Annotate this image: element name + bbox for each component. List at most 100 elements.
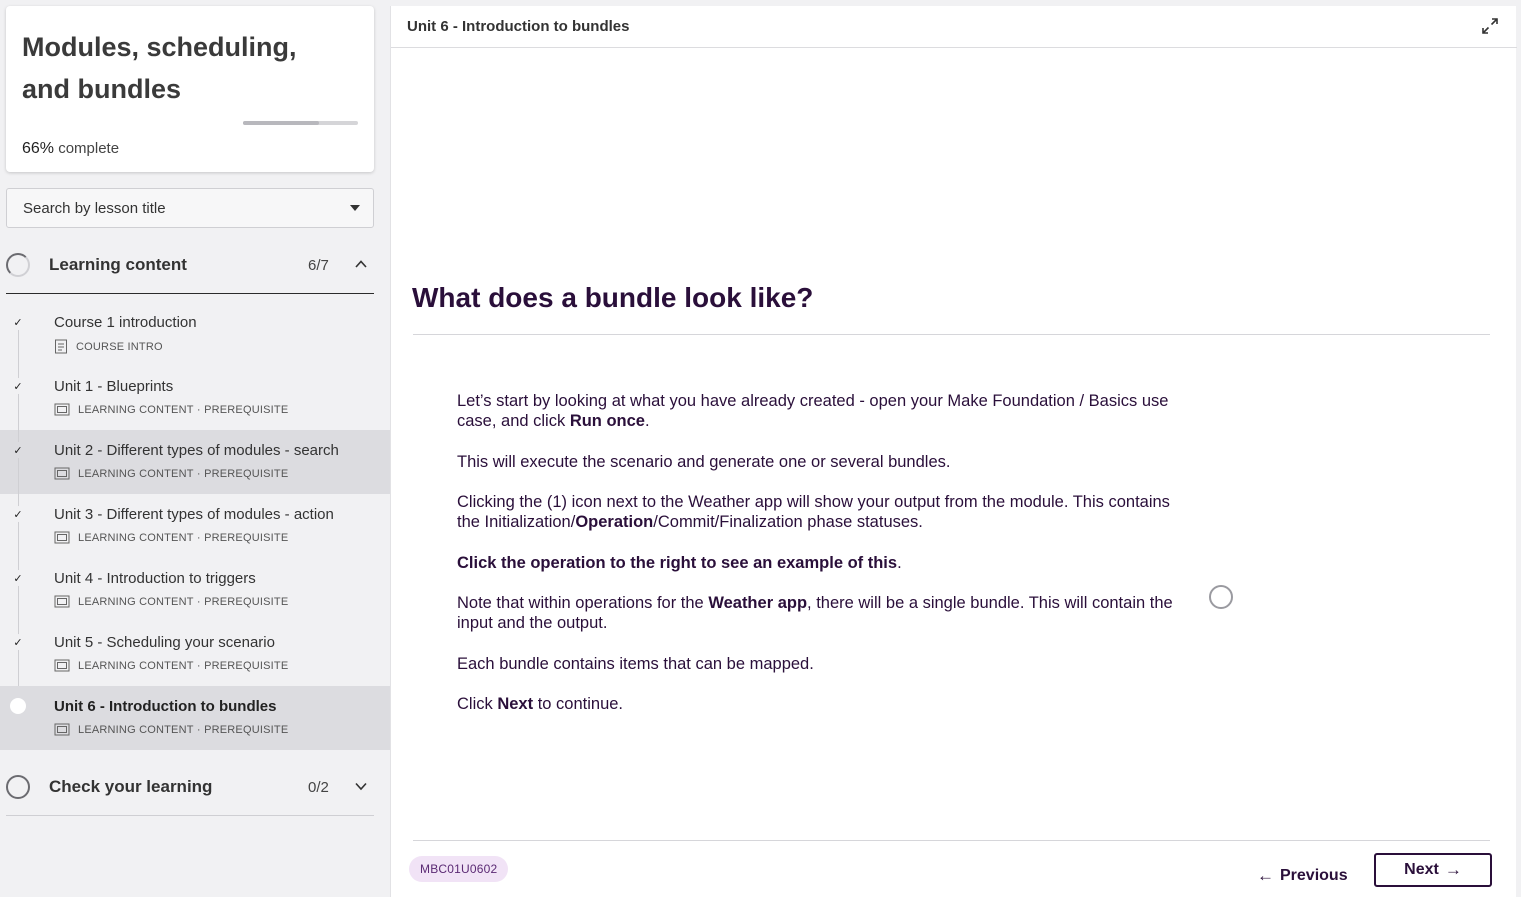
lesson-item[interactable]: ✓ Unit 5 - Scheduling your scenario LEAR… bbox=[0, 622, 390, 686]
course-title: Modules, scheduling, and bundles bbox=[22, 32, 297, 104]
lesson-type: LEARNING CONTENT bbox=[78, 723, 194, 736]
operation-hotspot-icon[interactable] bbox=[1209, 585, 1233, 609]
paragraph: Each bundle contains items that can be m… bbox=[457, 654, 814, 673]
lesson-type: LEARNING CONTENT bbox=[78, 467, 194, 480]
slides-icon bbox=[54, 659, 70, 672]
lesson-meta: LEARNING CONTENT · PREREQUISITE bbox=[54, 531, 288, 544]
current-lesson-dot-icon bbox=[10, 698, 26, 714]
slide-body: Let’s start by looking at what you have … bbox=[457, 391, 1177, 735]
meta-separator: · bbox=[196, 723, 201, 736]
lesson-title: Course 1 introduction bbox=[54, 314, 197, 331]
lesson-list: ✓ Course 1 introduction COURSE INTRO ✓ U… bbox=[0, 302, 390, 750]
lesson-meta: LEARNING CONTENT · PREREQUISITE bbox=[54, 467, 288, 480]
next-label: Next bbox=[1404, 861, 1439, 878]
chevron-down-icon[interactable] bbox=[354, 779, 368, 793]
paragraph: Clicking the (1) icon next to the Weathe… bbox=[457, 493, 1170, 531]
arrow-right-icon: → bbox=[1444, 860, 1462, 879]
section-learning-content[interactable]: Learning content 6/7 bbox=[6, 242, 374, 294]
lesson-code-badge: MBC01U0602 bbox=[409, 856, 509, 882]
lesson-title: Unit 4 - Introduction to triggers bbox=[54, 570, 256, 587]
next-button[interactable]: Next → bbox=[1374, 853, 1492, 887]
meta-separator: · bbox=[196, 467, 201, 480]
slides-icon bbox=[54, 723, 70, 736]
previous-label: Previous bbox=[1280, 867, 1348, 884]
progress-percent: 66% bbox=[22, 140, 55, 157]
caret-down-icon bbox=[350, 205, 360, 211]
lesson-rail bbox=[18, 324, 19, 366]
lesson-tag: PREREQUISITE bbox=[204, 723, 289, 736]
section-check-your-learning[interactable]: Check your learning 0/2 bbox=[6, 764, 374, 816]
progress-label: complete bbox=[58, 140, 120, 157]
slides-icon bbox=[54, 467, 70, 480]
slides-icon bbox=[54, 531, 70, 544]
paragraph: Let’s start by looking at what you have … bbox=[457, 392, 1169, 430]
lesson-item[interactable]: ✓ Unit 1 - Blueprints LEARNING CONTENT ·… bbox=[0, 366, 390, 430]
course-progress-bar bbox=[243, 121, 358, 125]
lesson-type: LEARNING CONTENT bbox=[78, 659, 194, 672]
course-progress-fill bbox=[243, 121, 319, 125]
lesson-title: Unit 1 - Blueprints bbox=[54, 378, 174, 395]
section-progress-ring-icon bbox=[6, 775, 30, 799]
lesson-rail bbox=[18, 430, 19, 494]
progress-text: 66% complete bbox=[22, 140, 119, 158]
lesson-header: Unit 6 - Introduction to bundles bbox=[391, 6, 1517, 48]
lesson-tag: PREREQUISITE bbox=[204, 595, 289, 608]
check-icon: ✓ bbox=[10, 570, 26, 586]
lesson-title: Unit 6 - Introduction to bundles bbox=[54, 698, 277, 715]
lesson-item-current[interactable]: Unit 6 - Introduction to bundles LEARNIN… bbox=[0, 686, 390, 750]
lesson-content-panel: Unit 6 - Introduction to bundles What do… bbox=[390, 6, 1517, 897]
lesson-title: Unit 3 - Different types of modules - ac… bbox=[54, 506, 334, 523]
section-count: 0/2 bbox=[308, 779, 329, 796]
meta-separator: · bbox=[196, 659, 201, 672]
lesson-item[interactable]: ✓ Course 1 introduction COURSE INTRO bbox=[0, 302, 390, 366]
check-icon: ✓ bbox=[10, 506, 26, 522]
lesson-type: COURSE INTRO bbox=[76, 340, 163, 353]
lesson-tag: PREREQUISITE bbox=[204, 467, 289, 480]
lesson-rail bbox=[18, 494, 19, 558]
section-title: Learning content bbox=[49, 255, 187, 274]
lesson-header-title: Unit 6 - Introduction to bundles bbox=[407, 18, 630, 35]
lesson-meta: COURSE INTRO bbox=[54, 339, 163, 354]
lesson-tag: PREREQUISITE bbox=[204, 403, 289, 416]
meta-separator: · bbox=[196, 531, 201, 544]
lesson-meta: LEARNING CONTENT · PREREQUISITE bbox=[54, 723, 288, 736]
meta-separator: · bbox=[196, 403, 201, 416]
slide-heading: What does a bundle look like? bbox=[412, 282, 814, 313]
lesson-item[interactable]: ✓ Unit 3 - Different types of modules - … bbox=[0, 494, 390, 558]
lesson-rail bbox=[18, 366, 19, 430]
course-card: Modules, scheduling, and bundles 66% com… bbox=[6, 6, 374, 172]
lesson-type: LEARNING CONTENT bbox=[78, 403, 194, 416]
divider bbox=[413, 334, 1490, 335]
arrow-left-icon: ← bbox=[1257, 866, 1274, 885]
expand-icon[interactable] bbox=[1481, 17, 1499, 35]
slides-icon bbox=[54, 403, 70, 416]
paragraph: Click the operation to the right to see … bbox=[457, 553, 902, 572]
lesson-item[interactable]: ✓ Unit 2 - Different types of modules - … bbox=[0, 430, 390, 494]
section-progress-ring-icon bbox=[6, 253, 30, 277]
course-sidebar: Modules, scheduling, and bundles 66% com… bbox=[0, 0, 390, 897]
lesson-type: LEARNING CONTENT bbox=[78, 531, 194, 544]
lesson-meta: LEARNING CONTENT · PREREQUISITE bbox=[54, 403, 288, 416]
lesson-title: Unit 2 - Different types of modules - se… bbox=[54, 442, 339, 459]
meta-separator: · bbox=[196, 595, 201, 608]
lesson-search-select[interactable]: Search by lesson title bbox=[6, 188, 374, 228]
section-title: Check your learning bbox=[49, 777, 213, 796]
document-icon bbox=[55, 339, 67, 354]
lesson-rail bbox=[18, 622, 19, 686]
lesson-item[interactable]: ✓ Unit 4 - Introduction to triggers LEAR… bbox=[0, 558, 390, 622]
check-icon: ✓ bbox=[10, 634, 26, 650]
check-icon: ✓ bbox=[10, 442, 26, 458]
chevron-up-icon[interactable] bbox=[354, 257, 368, 271]
lesson-meta: LEARNING CONTENT · PREREQUISITE bbox=[54, 595, 288, 608]
paragraph: This will execute the scenario and gener… bbox=[457, 452, 951, 471]
paragraph: Click Next to continue. bbox=[457, 695, 624, 713]
lesson-title: Unit 5 - Scheduling your scenario bbox=[54, 634, 275, 651]
lesson-type: LEARNING CONTENT bbox=[78, 595, 194, 608]
lesson-tag: PREREQUISITE bbox=[204, 531, 289, 544]
lesson-rail bbox=[18, 558, 19, 622]
section-count: 6/7 bbox=[308, 257, 329, 274]
lesson-meta: LEARNING CONTENT · PREREQUISITE bbox=[54, 659, 288, 672]
lesson-search-label: Search by lesson title bbox=[23, 199, 166, 217]
previous-button[interactable]: ← Previous bbox=[1253, 859, 1352, 893]
check-icon: ✓ bbox=[10, 378, 26, 394]
